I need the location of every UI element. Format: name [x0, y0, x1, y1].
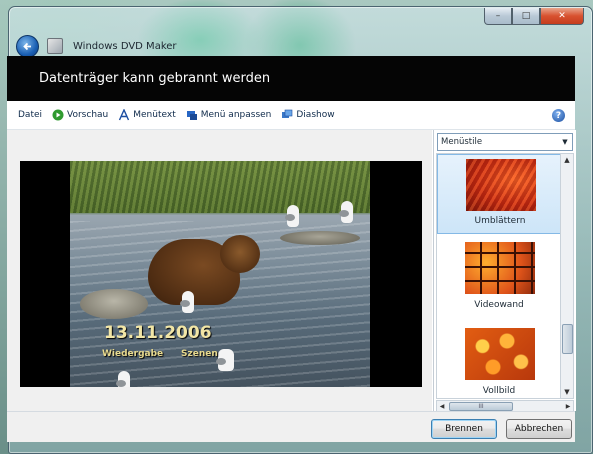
scroll-thumb[interactable]: [562, 324, 573, 354]
style-thumbnail: [466, 159, 536, 211]
scroll-right-icon[interactable]: ▶: [563, 401, 573, 411]
preview-rock: [80, 289, 148, 319]
preview-gull: [116, 371, 130, 387]
play-icon: [52, 109, 64, 121]
toolbar-menu-text-label: Menütext: [133, 110, 176, 120]
client-area: Datei Vorschau Menütext Menü anpassen Di…: [7, 101, 576, 412]
menu-styles-list: Umblättern Videowand Vollbild: [436, 153, 562, 399]
preview-gull: [216, 349, 234, 371]
preview-bear: [220, 235, 260, 273]
menu-scenes-link[interactable]: Szenen: [181, 349, 218, 359]
preview-gull: [339, 201, 353, 223]
dvd-maker-app-icon: [47, 38, 63, 54]
style-thumbnail: [465, 242, 535, 294]
scroll-down-icon[interactable]: ▼: [561, 386, 573, 398]
window-controls: – □ ✕: [484, 8, 584, 25]
back-button[interactable]: [16, 34, 39, 58]
toolbar-menu-text-button[interactable]: Menütext: [118, 109, 176, 121]
preview-grass: [70, 161, 370, 213]
menu-date-title: 13.11.2006: [104, 323, 212, 343]
slideshow-icon: [282, 109, 293, 118]
toolbar-file-label: Datei: [18, 110, 43, 120]
maximize-button[interactable]: □: [512, 8, 540, 25]
footer-bar: Brennen Abbrechen: [7, 411, 575, 442]
scroll-up-icon[interactable]: ▲: [561, 154, 573, 166]
page-title: Datenträger kann gebrannt werden: [39, 71, 271, 86]
toolbar-customize-menu-button[interactable]: Menü anpassen: [186, 109, 272, 121]
style-item-umblaettern[interactable]: Umblättern: [437, 154, 561, 234]
menu-preview-frame: 13.11.2006 Wiedergabe Szenen: [20, 161, 422, 387]
toolbar-preview-button[interactable]: Vorschau: [52, 109, 108, 121]
preview-rock: [280, 231, 360, 245]
preview-pane: 13.11.2006 Wiedergabe Szenen: [7, 130, 432, 411]
minimize-button[interactable]: –: [484, 8, 512, 25]
back-arrow-icon: [23, 42, 31, 50]
style-item-vollbild[interactable]: Vollbild: [437, 326, 561, 398]
menu-styles-pane: Menüstile ▼ Umblättern Videowand Vollbil…: [433, 130, 576, 412]
style-item-label: Vollbild: [482, 386, 516, 396]
style-item-label: Videowand: [474, 300, 524, 310]
menu-styles-dropdown-value: Menüstile: [441, 137, 483, 147]
menu-styles-dropdown[interactable]: Menüstile ▼: [437, 133, 573, 151]
menu-play-link[interactable]: Wiedergabe: [102, 349, 163, 359]
customize-icon: [186, 111, 197, 120]
styles-vertical-scrollbar[interactable]: ▲ ▼: [560, 153, 574, 399]
title-row: Windows DVD Maker: [16, 34, 177, 58]
window-title: Windows DVD Maker: [73, 40, 177, 52]
style-thumbnail: [465, 328, 535, 380]
chevron-down-icon: ▼: [562, 138, 568, 146]
close-button[interactable]: ✕: [540, 8, 584, 25]
help-icon[interactable]: ?: [552, 109, 565, 122]
burn-button[interactable]: Brennen: [431, 419, 497, 439]
style-item-label: Umblättern: [474, 216, 526, 226]
toolbar: Datei Vorschau Menütext Menü anpassen Di…: [7, 101, 575, 130]
scroll-left-icon[interactable]: ◀: [437, 401, 447, 411]
page-header: Datenträger kann gebrannt werden: [7, 56, 575, 101]
toolbar-preview-label: Vorschau: [67, 110, 109, 120]
toolbar-file-menu[interactable]: Datei: [18, 110, 42, 120]
toolbar-customize-menu-label: Menü anpassen: [200, 110, 272, 120]
cancel-button[interactable]: Abbrechen: [506, 419, 572, 439]
preview-gull: [180, 291, 194, 313]
toolbar-slideshow-label: Diashow: [296, 110, 335, 120]
menu-preview-image: 13.11.2006 Wiedergabe Szenen: [70, 161, 370, 387]
toolbar-slideshow-button[interactable]: Diashow: [281, 109, 335, 121]
text-a-icon: [119, 109, 130, 121]
style-item-videowand[interactable]: Videowand: [437, 240, 561, 320]
preview-gull: [285, 205, 299, 227]
scroll-thumb[interactable]: III: [449, 402, 513, 411]
